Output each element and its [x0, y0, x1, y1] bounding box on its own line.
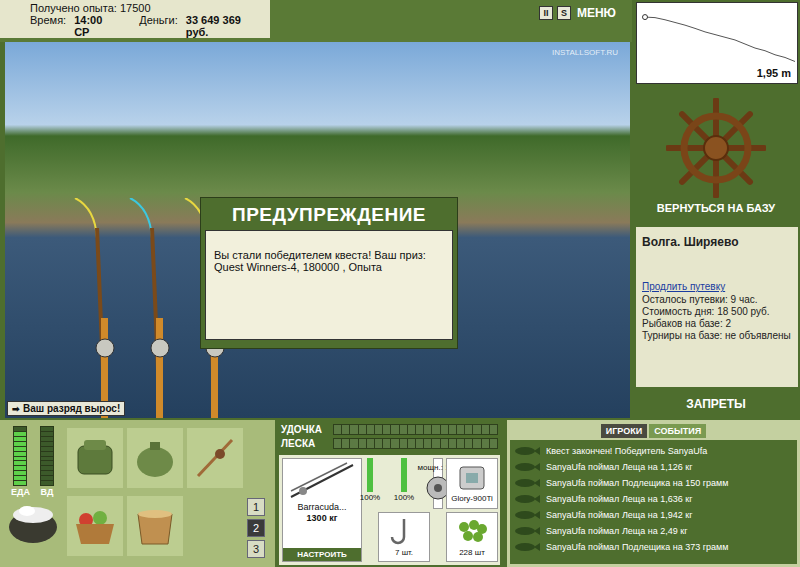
rod-case-icon[interactable] — [187, 428, 243, 488]
extend-link[interactable]: Продлить путевку — [642, 281, 792, 292]
chat-panel: ИГРОКИСОБЫТИЯ Квест закончен! Победитель… — [507, 420, 800, 567]
return-to-base[interactable]: ВЕРНУТЬСЯ НА БАЗУ — [632, 84, 800, 227]
rank-badge[interactable]: ➡ Ваш разряд вырос! — [7, 401, 125, 416]
rod-slot[interactable]: Barracuda... 1300 кг НАСТРОИТЬ — [282, 458, 362, 562]
tension-bar: УДОЧКА — [281, 424, 498, 435]
info-line: Стоимость дня: 18 500 руб. — [642, 306, 792, 318]
chat-tab[interactable]: ИГРОКИ — [601, 424, 647, 438]
dialog-title: ПРЕДУПРЕЖДЕНИЕ — [205, 198, 453, 230]
need-meter: ЕДА — [11, 426, 30, 497]
bucket-icon[interactable] — [127, 496, 183, 556]
experience: Получено опыта: 17500 — [30, 2, 264, 14]
chat-tab[interactable]: СОБЫТИЯ — [649, 424, 706, 438]
hook-slot[interactable]: 7 шт. — [378, 512, 430, 563]
line-slot[interactable]: Glory-900Ti — [446, 458, 498, 509]
food-basket-icon[interactable] — [67, 496, 123, 556]
chat-message: SanyaUfa поймал Леща на 1,942 кг — [514, 508, 793, 522]
tension-bar: ЛЕСКА — [281, 438, 498, 449]
slot-button[interactable]: 3 — [247, 540, 265, 558]
status-box: Получено опыта: 17500 Время: 14:00 СР Де… — [0, 0, 270, 38]
chat-message: SanyaUfa поймал Леща на 1,636 кг — [514, 492, 793, 506]
top-bar: Получено опыта: 17500 Время: 14:00 СР Де… — [0, 0, 632, 42]
fish-icon — [514, 446, 540, 456]
money-label: Деньги: — [139, 14, 178, 38]
tackle-panel: УДОЧКА ЛЕСКА Barracuda... 1300 кг НАСТРО… — [277, 420, 502, 567]
chat-message: Квест закончен! Победитель SanyaUfa — [514, 444, 793, 458]
time-label: Время: — [30, 14, 66, 38]
chat-message: SanyaUfa поймал Леща на 2,49 кг — [514, 524, 793, 538]
top-button[interactable]: S — [557, 6, 571, 20]
backpack-icon[interactable] — [67, 428, 123, 488]
fish-icon — [514, 542, 540, 552]
chat-message: SanyaUfa поймал Леща на 1,126 кг — [514, 460, 793, 474]
rod-icon — [287, 461, 357, 501]
fishing-scene[interactable]: INSTALLSOFT.RU ➡ Ваш разряд вырос! ПРЕДУ… — [5, 42, 630, 418]
cauldron-icon[interactable] — [7, 501, 59, 545]
peas-icon — [454, 517, 490, 547]
money: 33 649 369 руб. — [186, 14, 264, 38]
chat-message: SanyaUfa поймал Подлещика на 150 грамм — [514, 476, 793, 490]
inventory-panel: ЕДА ВД 1 2 3 — [0, 420, 275, 567]
info-line: Осталось путевки: 9 час. — [642, 294, 792, 306]
location: Волга. Ширяево — [642, 235, 792, 249]
fish-icon — [514, 510, 540, 520]
slot-button[interactable]: 2 — [247, 519, 265, 537]
warning-dialog[interactable]: ПРЕДУПРЕЖДЕНИЕ Вы стали победителем квес… — [200, 197, 458, 349]
need-meter: ВД — [40, 426, 54, 497]
game-screen: Получено опыта: 17500 Время: 14:00 СР Де… — [0, 0, 800, 567]
top-button[interactable]: II — [539, 6, 553, 20]
fish-icon — [514, 494, 540, 504]
time: 14:00 СР — [74, 14, 119, 38]
hook-icon — [386, 517, 422, 547]
line-spool-icon — [454, 463, 490, 493]
dialog-message: Вы стали победителем квеста! Ваш приз: Q… — [205, 230, 453, 340]
fish-icon — [514, 478, 540, 488]
watermark: INSTALLSOFT.RU — [552, 48, 618, 57]
ship-wheel-icon — [666, 98, 766, 198]
reel-slot[interactable]: мощн.: 180 — [433, 458, 443, 509]
top-button[interactable]: МЕНЮ — [575, 6, 618, 20]
fish-icon — [514, 526, 540, 536]
bait-slot[interactable]: 228 шт — [446, 512, 498, 563]
reel-condition: 100% — [378, 458, 430, 509]
sack-icon[interactable] — [127, 428, 183, 488]
info-line: Рыбаков на базе: 2 — [642, 318, 792, 330]
arrow-icon: ➡ — [12, 404, 20, 414]
bans-button[interactable]: ЗАПРЕТЫ — [632, 387, 800, 420]
depth-reading: 1,95 m — [757, 67, 791, 79]
chat-message: SanyaUfa поймал Подлещика на 373 грамм — [514, 540, 793, 554]
depth-chart: 1,95 m — [636, 2, 798, 84]
slot-button[interactable]: 1 — [247, 498, 265, 516]
fish-icon — [514, 462, 540, 472]
info-line: Турниры на базе: не объявлены — [642, 330, 792, 342]
base-info: Волга. Ширяево Продлить путевку Осталось… — [636, 227, 798, 387]
rod-condition: 100% — [365, 458, 375, 509]
tune-button[interactable]: НАСТРОИТЬ — [283, 548, 361, 561]
